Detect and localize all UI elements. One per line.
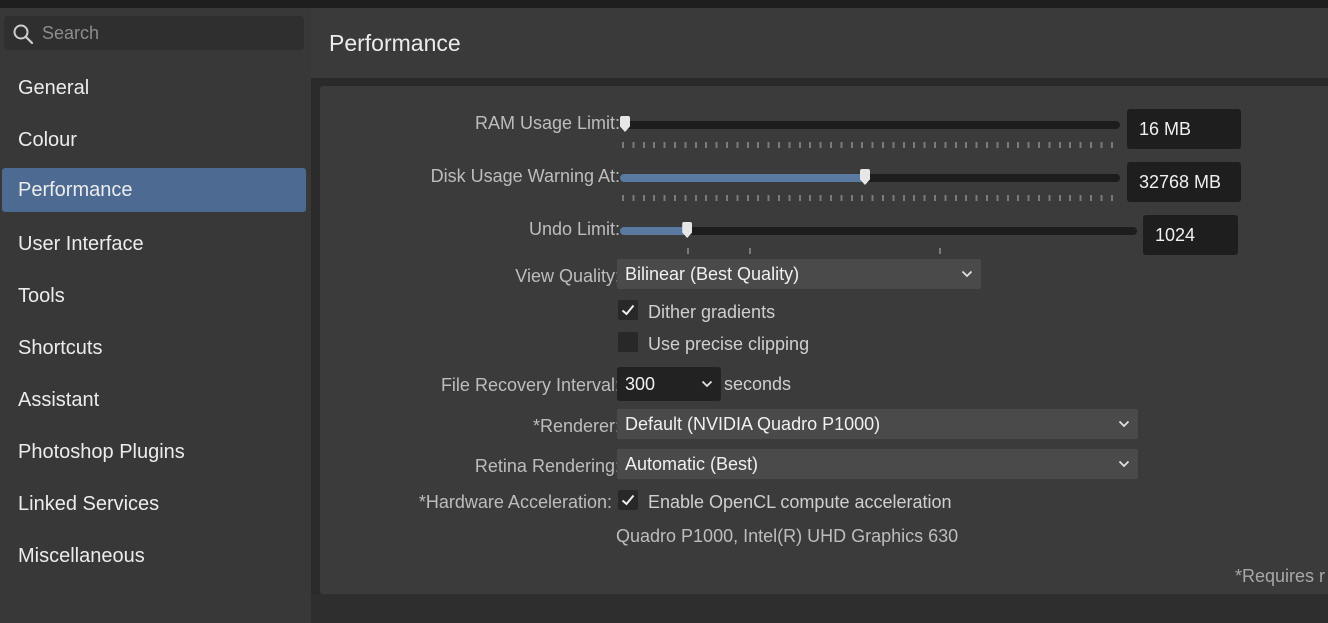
undo-limit-value[interactable]: 1024 — [1143, 215, 1238, 255]
search-icon — [13, 24, 34, 45]
undo-limit-label: Undo Limit: — [528, 219, 620, 239]
hardware-acceleration-label: *Hardware Acceleration: — [418, 492, 612, 512]
dither-gradients-label: Dither gradients — [648, 302, 776, 322]
chevron-down-icon — [961, 270, 973, 278]
renderer-dropdown[interactable]: Default (NVIDIA Quadro P1000) — [617, 409, 1138, 439]
precise-clipping-label: Use precise clipping — [648, 334, 810, 354]
sidebar-item-performance[interactable]: Performance — [2, 168, 306, 212]
retina-rendering-dropdown[interactable]: Automatic (Best) — [617, 449, 1138, 479]
chevron-down-icon — [701, 380, 713, 388]
chevron-down-icon — [1118, 420, 1130, 428]
sidebar-item-photoshop-plugins[interactable]: Photoshop Plugins — [2, 430, 306, 474]
dither-gradients-checkbox[interactable] — [618, 300, 638, 320]
undo-tick — [749, 248, 751, 254]
disk-usage-ticks — [622, 195, 1120, 201]
sidebar-item-linked-services[interactable]: Linked Services — [2, 482, 306, 526]
file-recovery-value: 300 — [625, 374, 656, 394]
requires-restart-note: *Requires r — [1235, 566, 1326, 586]
opencl-label: Enable OpenCL compute acceleration — [648, 492, 952, 512]
ram-usage-ticks — [622, 142, 1120, 148]
sidebar-item-user-interface[interactable]: User Interface — [2, 222, 306, 266]
view-quality-value: Bilinear (Best Quality) — [625, 264, 800, 284]
ram-usage-thumb[interactable] — [620, 116, 630, 132]
undo-tick — [687, 248, 689, 254]
sidebar-item-colour[interactable]: Colour — [2, 118, 306, 162]
sidebar-item-tools[interactable]: Tools — [2, 274, 306, 318]
settings-panel: RAM Usage Limit: 16 MB Disk Usage Warnin… — [320, 86, 1328, 594]
undo-limit-slider[interactable] — [620, 222, 1137, 238]
disk-usage-fill — [620, 174, 865, 182]
file-recovery-unit: seconds — [724, 374, 792, 394]
checkmark-icon — [621, 494, 635, 506]
sidebar: General Colour Performance User Interfac… — [0, 8, 311, 623]
undo-limit-thumb[interactable] — [682, 222, 693, 238]
retina-rendering-label: Retina Rendering: — [474, 456, 620, 476]
disk-usage-label: Disk Usage Warning At: — [430, 166, 620, 186]
sidebar-item-general[interactable]: General — [2, 66, 306, 110]
view-quality-label: View Quality: — [515, 266, 620, 286]
page-header: Performance — [311, 8, 1328, 78]
chevron-down-icon — [1118, 460, 1130, 468]
disk-usage-thumb[interactable] — [860, 169, 870, 185]
retina-rendering-value: Automatic (Best) — [625, 454, 759, 474]
undo-limit-fill — [620, 227, 688, 235]
bottom-bar — [311, 594, 1328, 623]
renderer-label: *Renderer: — [532, 416, 620, 436]
search-box[interactable] — [4, 16, 304, 50]
undo-tick — [939, 248, 941, 254]
disk-usage-slider[interactable] — [620, 169, 1120, 185]
title-bar — [0, 0, 1328, 8]
view-quality-dropdown[interactable]: Bilinear (Best Quality) — [617, 259, 981, 289]
search-input[interactable] — [42, 20, 292, 46]
gpu-devices-text: Quadro P1000, Intel(R) UHD Graphics 630 — [616, 526, 959, 546]
renderer-value: Default (NVIDIA Quadro P1000) — [625, 414, 881, 434]
file-recovery-dropdown[interactable]: 300 — [617, 367, 721, 401]
opencl-checkbox[interactable] — [618, 490, 638, 510]
ram-usage-value[interactable]: 16 MB — [1127, 109, 1241, 149]
precise-clipping-checkbox[interactable] — [618, 332, 638, 352]
sidebar-item-assistant[interactable]: Assistant — [2, 378, 306, 422]
ram-usage-slider[interactable] — [620, 116, 1120, 132]
page-title: Performance — [329, 30, 461, 56]
sidebar-item-miscellaneous[interactable]: Miscellaneous — [2, 534, 306, 578]
sidebar-item-shortcuts[interactable]: Shortcuts — [2, 326, 306, 370]
checkmark-icon — [621, 304, 635, 316]
ram-usage-label: RAM Usage Limit: — [474, 113, 620, 133]
file-recovery-label: File Recovery Interval: — [440, 375, 620, 395]
disk-usage-value[interactable]: 32768 MB — [1127, 162, 1241, 202]
